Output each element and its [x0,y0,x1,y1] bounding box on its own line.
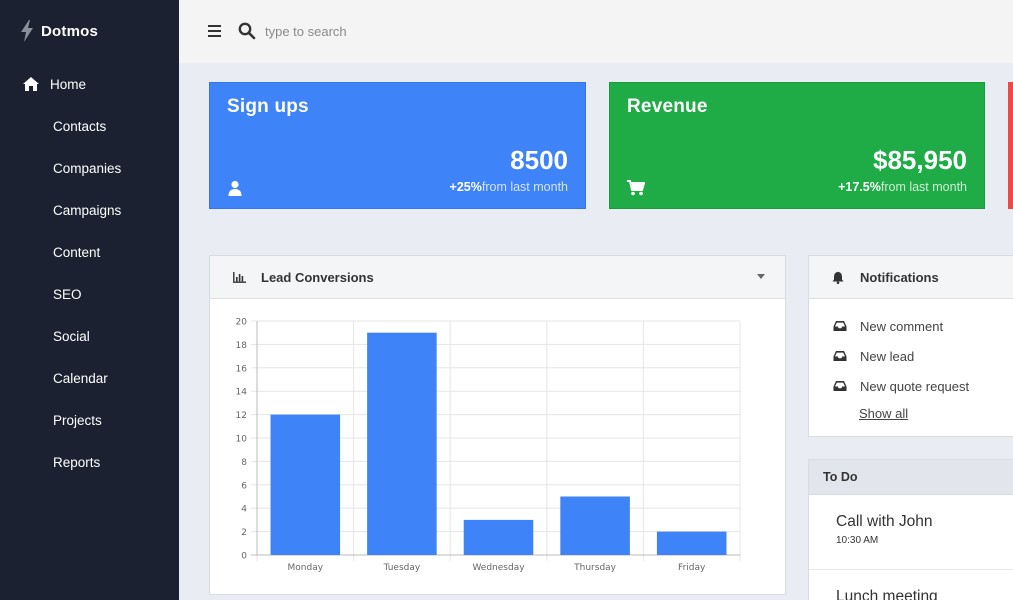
bar-monday [270,414,341,555]
sidebar-item-campaigns[interactable]: Campaigns [0,189,179,231]
x-tick-label: Tuesday [383,563,421,573]
sidebar-item-label: Calendar [53,370,108,386]
sidebar-nav: Home Contacts Companies Campaigns Conten… [0,63,179,483]
sidebar-item-content[interactable]: Content [0,231,179,273]
todo-item[interactable]: Lunch meeting [809,570,1013,600]
x-tick-label: Thursday [573,563,617,573]
sidebar-item-calendar[interactable]: Calendar [0,357,179,399]
todo-panel: To Do Call with John 10:30 AM Lunch meet… [808,459,1013,600]
sidebar-item-label: Home [50,76,87,92]
inbox-icon [833,350,847,362]
sidebar-item-companies[interactable]: Companies [0,147,179,189]
notification-item[interactable]: New quote request [809,371,1013,401]
lead-conversions-chart: 0 2 4 6 8 10 12 14 16 18 20 Monday Tuesday Wednesday T… [236,318,741,573]
revenue-change-pct: +17.5% [838,180,881,194]
home-icon [22,75,40,93]
user-icon [228,180,242,196]
notification-label: New quote request [860,378,970,394]
sidebar-item-contacts[interactable]: Contacts [0,105,179,147]
chevron-down-icon[interactable] [757,274,765,279]
sidebar-item-projects[interactable]: Projects [0,399,179,441]
third-stat-card[interactable] [1008,82,1013,209]
bar-wednesday [463,519,534,555]
revenue-change-label: from last month [880,180,967,194]
sidebar-item-label: SEO [53,286,82,302]
notifications-list: New comment New lead New quote request S… [809,299,1013,423]
notification-label: New lead [860,348,915,364]
notifications-panel: Notifications New comment New lead New q… [808,255,1013,437]
sidebar-item-label: Reports [53,454,101,470]
y-tick-label: 2 [241,528,247,538]
todo-item-title: Lunch meeting [836,588,938,600]
y-tick-label: 0 [241,552,247,562]
bar-chart-icon [233,270,247,284]
x-tick-label: Monday [288,563,324,573]
y-tick-label: 10 [236,435,248,445]
search-icon[interactable] [238,22,256,40]
menu-toggle-icon[interactable] [208,25,221,37]
sidebar-item-seo[interactable]: SEO [0,273,179,315]
x-tick-label: Friday [678,563,706,573]
cart-icon [627,180,645,196]
signups-card[interactable]: Sign ups 8500 +25%from last month [209,82,586,209]
inbox-icon [833,380,847,392]
lead-conversions-chart-area: 0 2 4 6 8 10 12 14 16 18 20 Monday Tuesday Wednesday T… [210,299,785,594]
y-tick-label: 16 [236,364,248,374]
inbox-icon [833,320,847,332]
sidebar-item-label: Companies [53,160,122,176]
signups-change-label: from last month [481,180,568,194]
sidebar-item-label: Campaigns [53,202,122,218]
x-tick-label: Wednesday [472,563,525,573]
show-all-link[interactable]: Show all [859,406,908,421]
y-tick-label: 6 [241,481,247,491]
lead-conversions-panel: Lead Conversions 0 2 4 6 8 10 12 14 16 18 20 Monday… [209,255,786,595]
bar-thursday [560,496,630,555]
todo-item-time: 10:30 AM [836,535,879,546]
todo-title: To Do [809,460,1013,495]
y-tick-label: 12 [236,411,247,421]
sidebar-item-home[interactable]: Home [0,63,179,105]
sidebar-item-reports[interactable]: Reports [0,441,179,483]
y-tick-label: 8 [241,458,247,468]
sidebar: Dotmos Home Contacts Companies Campaigns… [0,0,179,600]
signups-change: +25%from last month [450,180,568,194]
notification-item[interactable]: New comment [809,311,1013,341]
bar-friday [656,531,727,555]
todo-item-title: Call with John [836,513,933,530]
sidebar-item-label: Contacts [53,118,107,134]
revenue-card[interactable]: Revenue $85,950 +17.5%from last month [609,82,985,209]
y-tick-label: 14 [236,388,248,398]
y-tick-label: 18 [236,341,248,351]
sidebar-item-label: Content [53,244,101,260]
lead-conversions-title: Lead Conversions [261,269,374,285]
revenue-change: +17.5%from last month [838,180,967,194]
lead-conversions-header: Lead Conversions [210,256,785,299]
todo-item[interactable]: Call with John 10:30 AM [809,495,1013,570]
bar-tuesday [367,332,437,555]
revenue-value: $85,950 [873,145,967,175]
signups-change-pct: +25% [449,180,482,194]
y-tick-label: 20 [236,318,248,328]
notification-item[interactable]: New lead [809,341,1013,371]
y-tick-label: 4 [241,505,247,515]
notifications-header: Notifications [809,256,1013,299]
bell-icon [832,270,846,284]
notification-label: New comment [860,318,944,334]
signups-value: 8500 [510,145,568,175]
sidebar-item-label: Social [53,328,90,344]
revenue-title: Revenue [627,96,708,117]
sidebar-item-label: Projects [53,412,102,428]
brand[interactable]: Dotmos [20,20,98,42]
notifications-title: Notifications [860,269,939,285]
bolt-icon [21,20,33,42]
search-input[interactable] [265,20,565,42]
signups-title: Sign ups [227,96,309,117]
sidebar-item-social[interactable]: Social [0,315,179,357]
brand-name: Dotmos [41,22,99,40]
topbar [179,0,1013,63]
